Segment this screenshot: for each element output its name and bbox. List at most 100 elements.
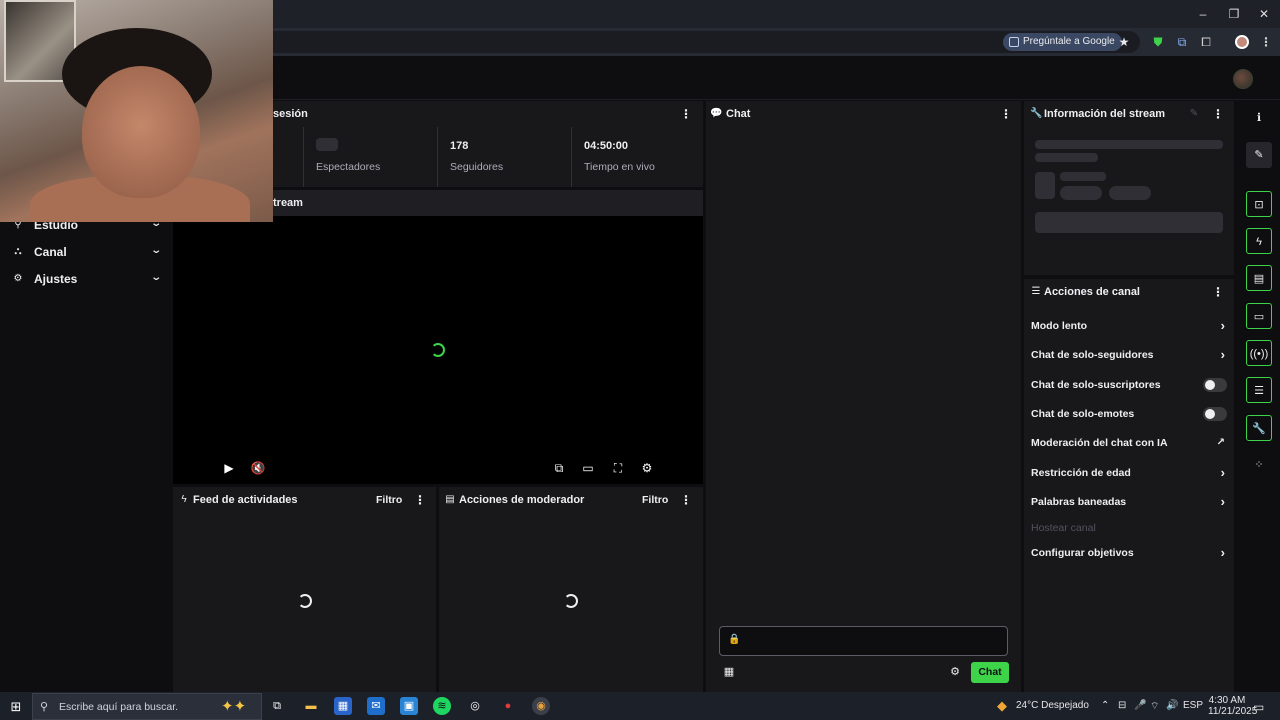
- wifi-icon[interactable]: ⌔: [1150, 700, 1159, 713]
- weather-text[interactable]: 24°C Despejado: [1016, 700, 1089, 711]
- minimize-button[interactable]: –: [1188, 4, 1218, 24]
- speaker-icon[interactable]: 🔊: [1166, 700, 1178, 711]
- theatre-mode-icon[interactable]: ▭: [580, 460, 596, 476]
- action-banned-words[interactable]: Palabras baneadas ›: [1031, 492, 1227, 512]
- store-icon[interactable]: ▦: [334, 697, 352, 715]
- clock-time: 4:30 AM: [1208, 695, 1246, 706]
- loading-spinner: [564, 594, 578, 608]
- lock-icon: 🔒: [728, 634, 741, 645]
- lightning-icon: ϟ: [181, 494, 187, 505]
- chrome-icon[interactable]: ◉: [532, 697, 550, 715]
- ask-google-button[interactable]: Pregúntale a Google: [1003, 33, 1122, 51]
- filter-button[interactable]: Filtro: [642, 494, 668, 506]
- action-configure-goals[interactable]: Configurar objetivos ›: [1031, 543, 1227, 563]
- loading-placeholder: [1109, 186, 1151, 200]
- edit-pencil-icon[interactable]: ✎: [1188, 108, 1200, 120]
- translate-icon[interactable]: ⧉: [1174, 34, 1190, 50]
- browser-profile-avatar[interactable]: [1234, 34, 1250, 50]
- chat-message-input[interactable]: 🔒: [719, 626, 1008, 656]
- activity-feed-panel: ϟ Feed de actividades Filtro ⋮: [173, 487, 436, 692]
- tray-chevron-icon[interactable]: ⌃: [1101, 700, 1109, 711]
- channel-actions-icon[interactable]: ☰: [1246, 377, 1272, 403]
- picture-in-picture-icon[interactable]: ⧉: [551, 460, 567, 476]
- network-icon[interactable]: ⊟: [1118, 700, 1126, 711]
- broadcast-icon[interactable]: ((•)): [1246, 340, 1272, 366]
- settings-gear-icon[interactable]: ⚙: [639, 460, 655, 476]
- mod-actions-panel: ▤ Acciones de moderador Filtro ⋮: [439, 487, 703, 692]
- spotify-icon[interactable]: ≋: [433, 697, 451, 715]
- fullscreen-icon[interactable]: ⛶: [610, 460, 626, 476]
- lightning-icon[interactable]: ϟ: [1246, 228, 1272, 254]
- edit-pencil-icon[interactable]: ✎: [1246, 142, 1272, 168]
- close-window-button[interactable]: ✕: [1249, 4, 1279, 24]
- action-age-restriction[interactable]: Restricción de edad ›: [1031, 463, 1227, 483]
- loading-spinner: [298, 594, 312, 608]
- windows-start-icon[interactable]: ⊞: [7, 698, 25, 716]
- chat-title: Chat: [726, 108, 751, 120]
- more-options-icon[interactable]: ⋮: [680, 493, 692, 507]
- action-followers-only[interactable]: Chat de solo-seguidores ›: [1031, 345, 1227, 365]
- stat-live-time: 04:50:00 Tiempo en vivo: [571, 127, 703, 187]
- stream-info-title: Información del stream: [1044, 108, 1166, 120]
- sidebar-item-canal[interactable]: ⛬ Canal ⌄: [12, 243, 162, 263]
- chevron-right-icon: ›: [1220, 494, 1225, 509]
- microphone-icon[interactable]: 🎤: [1134, 700, 1146, 711]
- emotes-only-toggle[interactable]: [1203, 407, 1227, 421]
- log-icon: ▤: [445, 494, 455, 505]
- chat-bubble-icon[interactable]: ▭: [1246, 303, 1272, 329]
- steam-icon[interactable]: ◎: [466, 697, 484, 715]
- subscribers-only-toggle[interactable]: [1203, 378, 1227, 392]
- stat-followers: 178 Seguidores: [437, 127, 571, 187]
- mail-icon[interactable]: ✉: [367, 697, 385, 715]
- focus-icon[interactable]: ⊡: [1246, 191, 1272, 217]
- loading-placeholder: [1035, 140, 1223, 149]
- send-chat-button[interactable]: Chat: [971, 662, 1009, 683]
- sidebar-item-ajustes[interactable]: ⚙ Ajustes ⌄: [12, 270, 162, 290]
- activity-feed-title: Feed de actividades: [193, 494, 298, 506]
- language-indicator[interactable]: ESP: [1183, 700, 1203, 711]
- wrench-icon[interactable]: 🔧: [1246, 415, 1272, 441]
- more-options-icon[interactable]: ⋮: [414, 493, 426, 507]
- more-options-icon[interactable]: ⋮: [1000, 107, 1012, 121]
- loading-placeholder: [1060, 186, 1102, 200]
- filter-button[interactable]: Filtro: [376, 494, 402, 506]
- action-ai-moderation[interactable]: Moderación del chat con IA ↗: [1031, 433, 1227, 453]
- chevron-down-icon: ⌄: [149, 245, 162, 256]
- stat-caption: Espectadores: [316, 161, 381, 173]
- loading-placeholder: [1035, 172, 1055, 199]
- stat-value: 04:50:00: [584, 140, 629, 152]
- bookmark-star-icon[interactable]: ★: [1116, 34, 1132, 50]
- mute-icon[interactable]: 🔇: [250, 460, 266, 476]
- channel-actions-title: Acciones de canal: [1044, 286, 1140, 298]
- browser-menu-icon[interactable]: ⋮: [1258, 34, 1274, 50]
- notifications-icon[interactable]: ▭: [1253, 700, 1264, 714]
- weather-icon: ◆: [997, 698, 1007, 713]
- store-icon[interactable]: ▦: [722, 665, 736, 679]
- file-explorer-icon[interactable]: ▬: [302, 697, 320, 715]
- mod-actions-title: Acciones de moderador: [459, 494, 585, 506]
- task-view-icon[interactable]: ⧉: [268, 697, 286, 715]
- shield-extension-icon[interactable]: ⛊: [1150, 34, 1166, 50]
- webcam-overlay: [0, 0, 273, 222]
- app-icon[interactable]: ▣: [400, 697, 418, 715]
- taskbar-search-input[interactable]: ⚲ Escribe aquí para buscar. ✦✦: [32, 693, 262, 720]
- more-options-icon[interactable]: ⋮: [680, 107, 692, 121]
- document-icon[interactable]: ▤: [1246, 265, 1272, 291]
- clock[interactable]: 4:30 AM 11/21/2025: [1208, 695, 1257, 717]
- user-avatar[interactable]: [1233, 69, 1253, 89]
- sparkle-icon: ✦✦: [221, 698, 247, 715]
- obs-icon[interactable]: ●: [499, 697, 517, 715]
- add-widget-icon[interactable]: ⁘: [1246, 452, 1272, 478]
- restore-button[interactable]: ❐: [1219, 4, 1249, 24]
- action-host-channel: Hostear canal: [1031, 522, 1096, 534]
- chat-settings-icon[interactable]: ⚙: [948, 665, 962, 679]
- play-icon[interactable]: ▶: [221, 460, 237, 476]
- more-options-icon[interactable]: ⋮: [1212, 107, 1224, 121]
- more-options-icon[interactable]: ⋮: [1212, 285, 1224, 299]
- info-icon[interactable]: ℹ: [1246, 105, 1272, 131]
- chat-bubble-icon: 💬: [710, 108, 723, 119]
- extensions-icon[interactable]: ⧠: [1198, 34, 1214, 50]
- channel-icon: ⛬: [14, 246, 22, 257]
- action-slow-mode[interactable]: Modo lento ›: [1031, 316, 1227, 336]
- loading-placeholder: [1035, 153, 1098, 162]
